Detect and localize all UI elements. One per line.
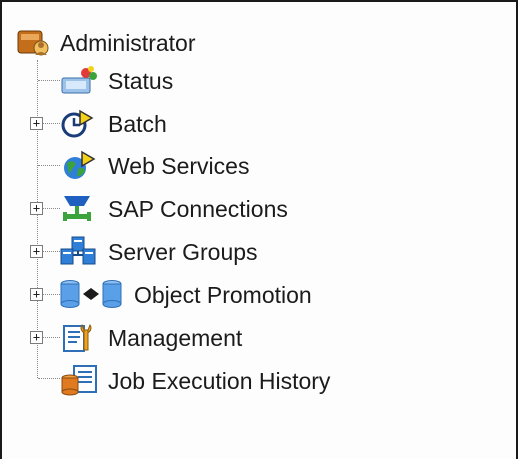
- tree-item-label: Batch: [108, 111, 167, 137]
- tree-connector: [38, 165, 60, 166]
- administrator-icon: [17, 30, 49, 56]
- tree-root-administrator[interactable]: Administrator: [16, 28, 197, 58]
- expand-server-groups-button[interactable]: +: [30, 245, 43, 258]
- server-groups-icon: [60, 236, 96, 265]
- tree-root-label: Administrator: [60, 29, 196, 56]
- sap-connections-icon: [63, 196, 91, 221]
- tree-item-label: Status: [108, 68, 174, 94]
- tree-item-label: Server Groups: [108, 239, 258, 265]
- tree-connector: [38, 80, 60, 81]
- expand-management-button[interactable]: +: [30, 331, 43, 344]
- expand-sap-connections-button[interactable]: +: [30, 202, 43, 215]
- batch-icon: [61, 109, 94, 138]
- expand-batch-button[interactable]: +: [30, 117, 43, 130]
- management-icon: [63, 323, 92, 352]
- tree-item-label: Web Services: [108, 153, 250, 179]
- job-execution-history-icon: [61, 365, 97, 396]
- object-promotion-icon: [60, 280, 122, 308]
- tree-item-label: SAP Connections: [108, 196, 288, 222]
- admin-tree-panel: Administrator Status + Batch Web Service…: [0, 0, 518, 459]
- tree-item-label: Management: [108, 325, 243, 351]
- status-icon: [61, 66, 97, 94]
- expand-object-promotion-button[interactable]: +: [30, 288, 43, 301]
- tree-item-label: Object Promotion: [134, 282, 312, 308]
- tree-connector: [38, 378, 60, 379]
- web-services-icon: [64, 150, 96, 179]
- tree-item-label: Job Execution History: [108, 368, 331, 394]
